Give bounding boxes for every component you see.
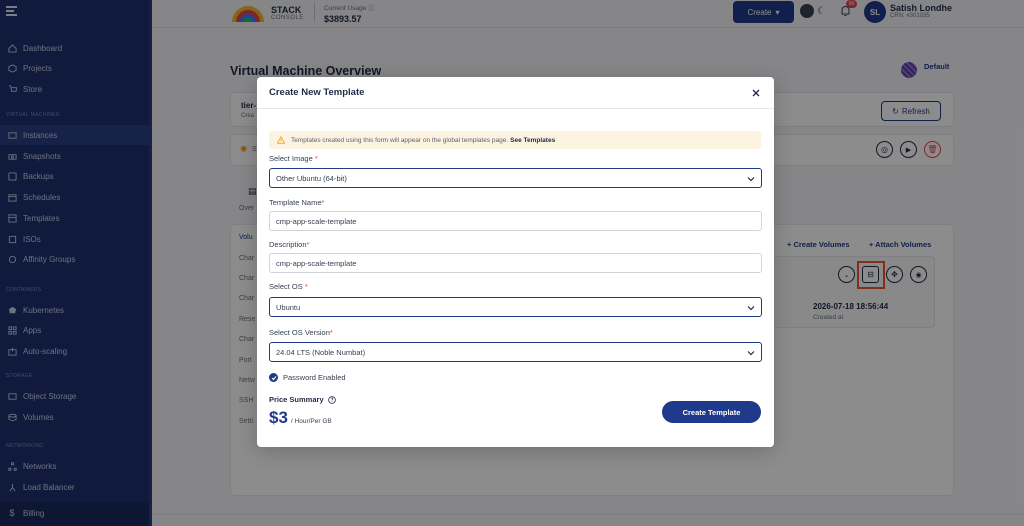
check-icon [269, 373, 278, 382]
select-image-label: Select Image * [269, 154, 318, 163]
select-os-version-label: Select OS Version* [269, 328, 333, 337]
chevron-down-icon [747, 351, 755, 356]
password-enabled-checkbox[interactable]: Password Enabled [269, 373, 346, 382]
select-os-version-value: 24.04 LTS (Noble Numbat) [276, 347, 366, 357]
price-amount: $3 [269, 408, 288, 427]
template-name-label: Template Name* [269, 198, 325, 207]
modal-title: Create New Template [269, 87, 365, 98]
templates-notice: Templates created using this form will a… [269, 131, 761, 149]
help-icon[interactable]: ? [327, 395, 336, 404]
chevron-down-icon [747, 306, 755, 311]
template-name-value: cmp-app-scale-template [276, 216, 357, 226]
create-template-button[interactable]: Create Template [662, 401, 761, 423]
warning-icon [277, 136, 285, 144]
notice-text: Templates created using this form will a… [291, 136, 509, 144]
see-templates-link[interactable]: See Templates [510, 137, 555, 144]
password-enabled-label: Password Enabled [283, 373, 346, 382]
description-input[interactable]: cmp-app-scale-template [269, 253, 762, 273]
select-image-value: Other Ubuntu (64-bit) [276, 173, 347, 183]
select-os-version-dropdown[interactable]: 24.04 LTS (Noble Numbat) [269, 342, 762, 362]
create-template-modal: Create New Template Templates created us… [257, 77, 774, 447]
select-os-label: Select OS * [269, 282, 308, 291]
price-unit: / Hour/Per GB [290, 418, 332, 425]
price-summary-label: Price Summary ? [269, 395, 336, 404]
select-os-value: Ubuntu [276, 302, 301, 312]
description-label: Description* [269, 240, 310, 249]
description-value: cmp-app-scale-template [276, 258, 357, 268]
select-os-dropdown[interactable]: Ubuntu [269, 297, 762, 317]
chevron-down-icon [747, 177, 755, 182]
close-icon[interactable] [750, 87, 762, 99]
template-name-input[interactable]: cmp-app-scale-template [269, 211, 762, 231]
svg-text:?: ? [330, 397, 333, 403]
select-image-dropdown[interactable]: Other Ubuntu (64-bit) [269, 168, 762, 188]
price-value: $3 / Hour/Per GB [269, 408, 332, 428]
modal-header: Create New Template [257, 77, 774, 109]
